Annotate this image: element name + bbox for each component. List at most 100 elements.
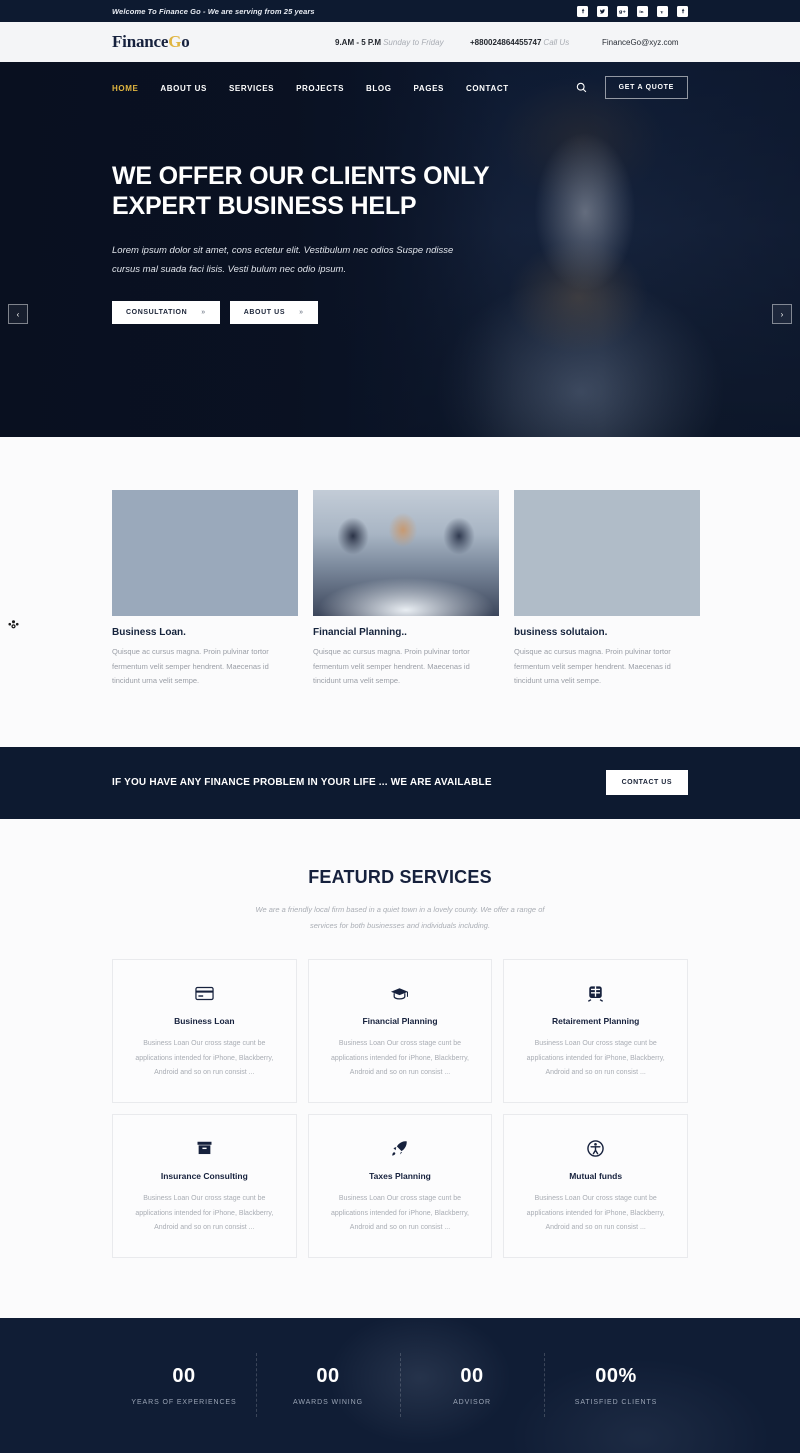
facebook-icon-2[interactable]	[677, 5, 688, 17]
office-hours-value: 9.AM - 5 P.M	[335, 37, 382, 47]
svg-text:in: in	[639, 9, 643, 14]
counter-value: 00	[172, 1365, 196, 1388]
service-title: Taxes Planning	[369, 1171, 431, 1182]
card-image-business-solution	[514, 490, 700, 616]
counter-label: SATISFIED CLIENTS	[574, 1399, 658, 1407]
card-title: business solutaion.	[514, 627, 608, 638]
service-text: Business Loan Our cross stage cunt be ap…	[330, 1195, 469, 1232]
nav-link-home[interactable]: HOME	[112, 84, 138, 93]
highlight-card[interactable]: Financial Planning.. Quisque ac cursus m…	[313, 490, 499, 689]
slider-next-arrow[interactable]: ›	[772, 304, 792, 324]
service-title: Insurance Consulting	[160, 1171, 248, 1182]
vimeo-icon[interactable]: v	[657, 5, 668, 17]
nav-item-pages[interactable]: PAGES	[414, 78, 444, 96]
card-text: Quisque ac cursus magna. Proin pulvinar …	[514, 647, 671, 686]
consultation-button[interactable]: CONSULTATION »	[112, 301, 220, 324]
social-links: g+ in v	[577, 5, 688, 17]
counters-section: 00 YEARS OF EXPERIENCES 00 AWARDS WINING…	[0, 1318, 800, 1453]
featured-services-section: FEATURD SERVICES We are a friendly local…	[0, 818, 800, 1319]
card-title: Business Loan.	[112, 627, 186, 638]
hero-slider: HOME ABOUT US SERVICES PROJECTS BLOG PAG…	[0, 62, 800, 437]
facebook-icon[interactable]	[577, 5, 588, 17]
google-plus-icon[interactable]: g+	[617, 5, 628, 17]
counter-label: YEARS OF EXPERIENCES	[131, 1399, 237, 1407]
about-us-button-label: ABOUT US	[243, 309, 286, 316]
service-title: Financial Planning	[362, 1016, 438, 1027]
highlight-card[interactable]: Business Loan. Quisque ac cursus magna. …	[112, 490, 298, 689]
counters-row: 00 YEARS OF EXPERIENCES 00 AWARDS WINING…	[112, 1353, 688, 1418]
archive-box-icon	[129, 1138, 280, 1158]
office-hours: 9.AM - 5 P.M Sunday to Friday	[335, 38, 444, 47]
hero-content: WE OFFER OUR CLIENTS ONLY EXPERT BUSINES…	[0, 112, 800, 324]
main-navigation: HOME ABOUT US SERVICES PROJECTS BLOG PAG…	[0, 62, 800, 112]
nav-link-pages[interactable]: PAGES	[414, 84, 444, 93]
service-card[interactable]: Insurance Consulting Business Loan Our c…	[112, 1114, 297, 1259]
card-image-financial-planning	[313, 490, 499, 616]
twitter-icon[interactable]	[597, 5, 608, 17]
contact-us-button[interactable]: CONTACT US	[605, 770, 688, 796]
logo-text-accent: G	[168, 32, 182, 51]
card-image-business-loan	[112, 490, 298, 616]
get-a-quote-button[interactable]: GET A QUOTE	[604, 75, 688, 99]
train-icon	[520, 983, 671, 1003]
nav-link-projects[interactable]: PROJECTS	[296, 84, 344, 93]
phone-value: +880024864455747	[470, 37, 542, 47]
cta-text: IF YOU HAVE ANY FINANCE PROBLEM IN YOUR …	[112, 777, 492, 789]
page-root: Welcome To Finance Go - We are serving f…	[0, 0, 800, 1453]
email-address[interactable]: FinanceGo@xyz.com	[602, 38, 679, 47]
nav-list: HOME ABOUT US SERVICES PROJECTS BLOG PAG…	[112, 78, 509, 96]
counter-label: ADVISOR	[453, 1399, 491, 1407]
search-icon[interactable]	[576, 82, 587, 93]
service-title: Mutual funds	[569, 1171, 623, 1182]
counter-item: 00 ADVISOR	[400, 1353, 544, 1418]
service-card[interactable]: Taxes Planning Business Loan Our cross s…	[307, 1114, 493, 1259]
svg-text:v: v	[660, 10, 664, 15]
service-title: Retairement Planning	[551, 1016, 640, 1027]
card-title: Financial Planning..	[313, 627, 407, 638]
service-title: Business Loan	[174, 1016, 235, 1027]
featured-services-grid: Business Loan Business Loan Our cross st…	[112, 959, 688, 1259]
nav-item-services[interactable]: SERVICES	[229, 78, 274, 96]
service-card[interactable]: Mutual funds Business Loan Our cross sta…	[503, 1114, 688, 1259]
nav-link-blog[interactable]: BLOG	[366, 84, 392, 93]
svg-text:g+: g+	[619, 9, 626, 15]
about-us-button[interactable]: ABOUT US »	[229, 301, 318, 324]
welcome-message: Welcome To Finance Go - We are serving f…	[112, 6, 315, 16]
settings-gear-icon[interactable]	[6, 618, 20, 632]
nav-item-home[interactable]: HOME	[112, 78, 138, 96]
hero-buttons: CONSULTATION » ABOUT US »	[112, 301, 688, 324]
counter-value: 00%	[595, 1365, 637, 1388]
card-text: Quisque ac cursus magna. Proin pulvinar …	[313, 647, 470, 686]
phone-number[interactable]: +880024864455747 Call Us	[470, 38, 569, 47]
nav-actions: GET A QUOTE	[576, 75, 688, 99]
credit-card-icon	[129, 983, 280, 1003]
office-hours-days: Sunday to Friday	[383, 37, 444, 47]
service-card[interactable]: Retairement Planning Business Loan Our c…	[503, 959, 688, 1104]
service-card[interactable]: Business Loan Business Loan Our cross st…	[112, 959, 297, 1104]
service-text: Business Loan Our cross stage cunt be ap…	[526, 1195, 665, 1232]
rocket-icon	[325, 1138, 476, 1158]
nav-link-contact[interactable]: CONTACT	[466, 84, 509, 93]
service-text: Business Loan Our cross stage cunt be ap…	[135, 1195, 274, 1232]
counter-item: 00 AWARDS WINING	[256, 1353, 400, 1418]
chevron-right-icon: »	[201, 309, 206, 316]
nav-item-about-us[interactable]: ABOUT US	[160, 78, 207, 96]
nav-item-projects[interactable]: PROJECTS	[296, 78, 344, 96]
highlight-card[interactable]: business solutaion. Quisque ac cursus ma…	[514, 490, 700, 689]
consultation-button-label: CONSULTATION	[126, 309, 188, 316]
linkedin-icon[interactable]: in	[637, 5, 648, 17]
chevron-right-icon-2: »	[299, 309, 304, 316]
service-text: Business Loan Our cross stage cunt be ap…	[330, 1040, 469, 1077]
highlight-cards-section: Business Loan. Quisque ac cursus magna. …	[0, 437, 800, 747]
logo-text-main: Finance	[112, 32, 169, 51]
slider-prev-arrow[interactable]: ‹	[8, 304, 28, 324]
nav-item-blog[interactable]: BLOG	[366, 78, 392, 96]
nav-link-about-us[interactable]: ABOUT US	[160, 84, 207, 93]
info-bar: FinanceGo 9.AM - 5 P.M Sunday to Friday +…	[0, 22, 800, 62]
site-logo[interactable]: FinanceGo	[112, 32, 190, 52]
hero-title: WE OFFER OUR CLIENTS ONLY EXPERT BUSINES…	[112, 162, 489, 220]
nav-item-contact[interactable]: CONTACT	[466, 78, 509, 96]
featured-services-subtitle: We are a friendly local firm based in a …	[255, 904, 545, 930]
nav-link-services[interactable]: SERVICES	[229, 84, 274, 93]
service-card[interactable]: Financial Planning Business Loan Our cro…	[307, 959, 493, 1104]
